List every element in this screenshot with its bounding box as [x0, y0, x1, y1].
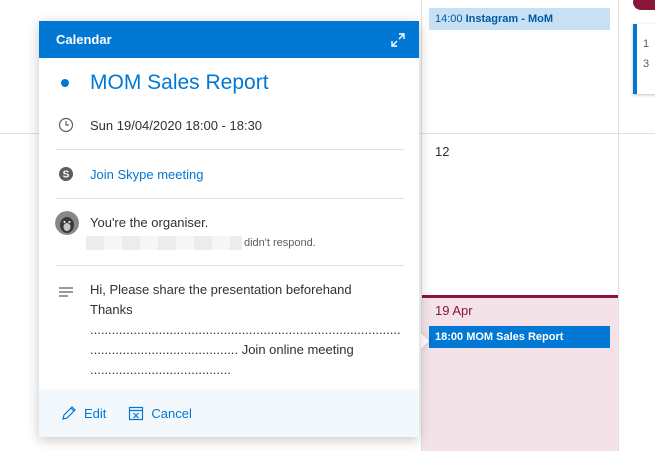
right-edge-event[interactable]: 1 3: [633, 24, 655, 94]
grid-line: [618, 0, 619, 451]
divider: [56, 149, 404, 150]
clock-icon: [56, 115, 76, 135]
divider: [56, 265, 404, 266]
right-edge-badge: [633, 0, 655, 10]
cancel-button[interactable]: Cancel: [128, 405, 192, 421]
event-datetime: Sun 19/04/2020 18:00 - 18:30: [90, 118, 263, 133]
calendar-cancel-icon: [129, 406, 144, 421]
today-cell[interactable]: [422, 295, 618, 451]
skype-icon: S: [56, 164, 76, 184]
event-notes: Hi, Please share the presentation before…: [90, 280, 400, 380]
response-status: didn't respond.: [244, 237, 316, 249]
pencil-icon: [62, 406, 76, 420]
expand-icon[interactable]: [389, 31, 407, 49]
join-skype-link[interactable]: Join Skype meeting: [90, 167, 203, 182]
redacted-attendee: [86, 236, 242, 250]
event-time: 18:00: [435, 331, 464, 343]
right-edge-event-text: 3: [643, 58, 650, 70]
popup-footer: Edit Cancel: [39, 389, 419, 437]
event-mom-sales-report[interactable]: 18:00 MOM Sales Report: [429, 326, 610, 348]
today-day-label[interactable]: 19 Apr: [435, 303, 473, 318]
notes-line: ........................................…: [90, 342, 354, 357]
popup-header: Calendar: [39, 21, 419, 58]
event-time: 14:00: [435, 13, 463, 25]
event-title: MOM Sales Report: [90, 71, 269, 94]
edit-button[interactable]: Edit: [61, 405, 106, 421]
day-number[interactable]: 12: [435, 144, 449, 159]
event-title: Instagram - MoM: [465, 13, 553, 25]
svg-text:S: S: [63, 170, 70, 181]
category-dot-icon: [61, 79, 69, 87]
edit-button-label: Edit: [84, 405, 107, 421]
event-popup: Calendar MOM Sales Report Sun 19/04/2020…: [39, 21, 419, 437]
event-title: MOM Sales Report: [466, 331, 564, 343]
cancel-button-label: Cancel: [151, 405, 192, 421]
notes-line: Thanks: [90, 302, 133, 317]
right-edge-event-text: 1: [643, 38, 650, 50]
avatar: [55, 211, 79, 235]
notes-line: ........................................…: [90, 322, 400, 337]
notes-line: Hi, Please share the presentation before…: [90, 282, 352, 297]
event-title-row: MOM Sales Report: [39, 71, 269, 95]
event-instagram-mom[interactable]: 14:00 Instagram - MoM: [429, 8, 610, 30]
notes-line: .......................................: [90, 362, 231, 377]
popup-header-title: Calendar: [56, 32, 112, 47]
organiser-text: You're the organiser.: [90, 215, 209, 230]
divider: [56, 198, 404, 199]
notes-icon: [56, 282, 76, 302]
